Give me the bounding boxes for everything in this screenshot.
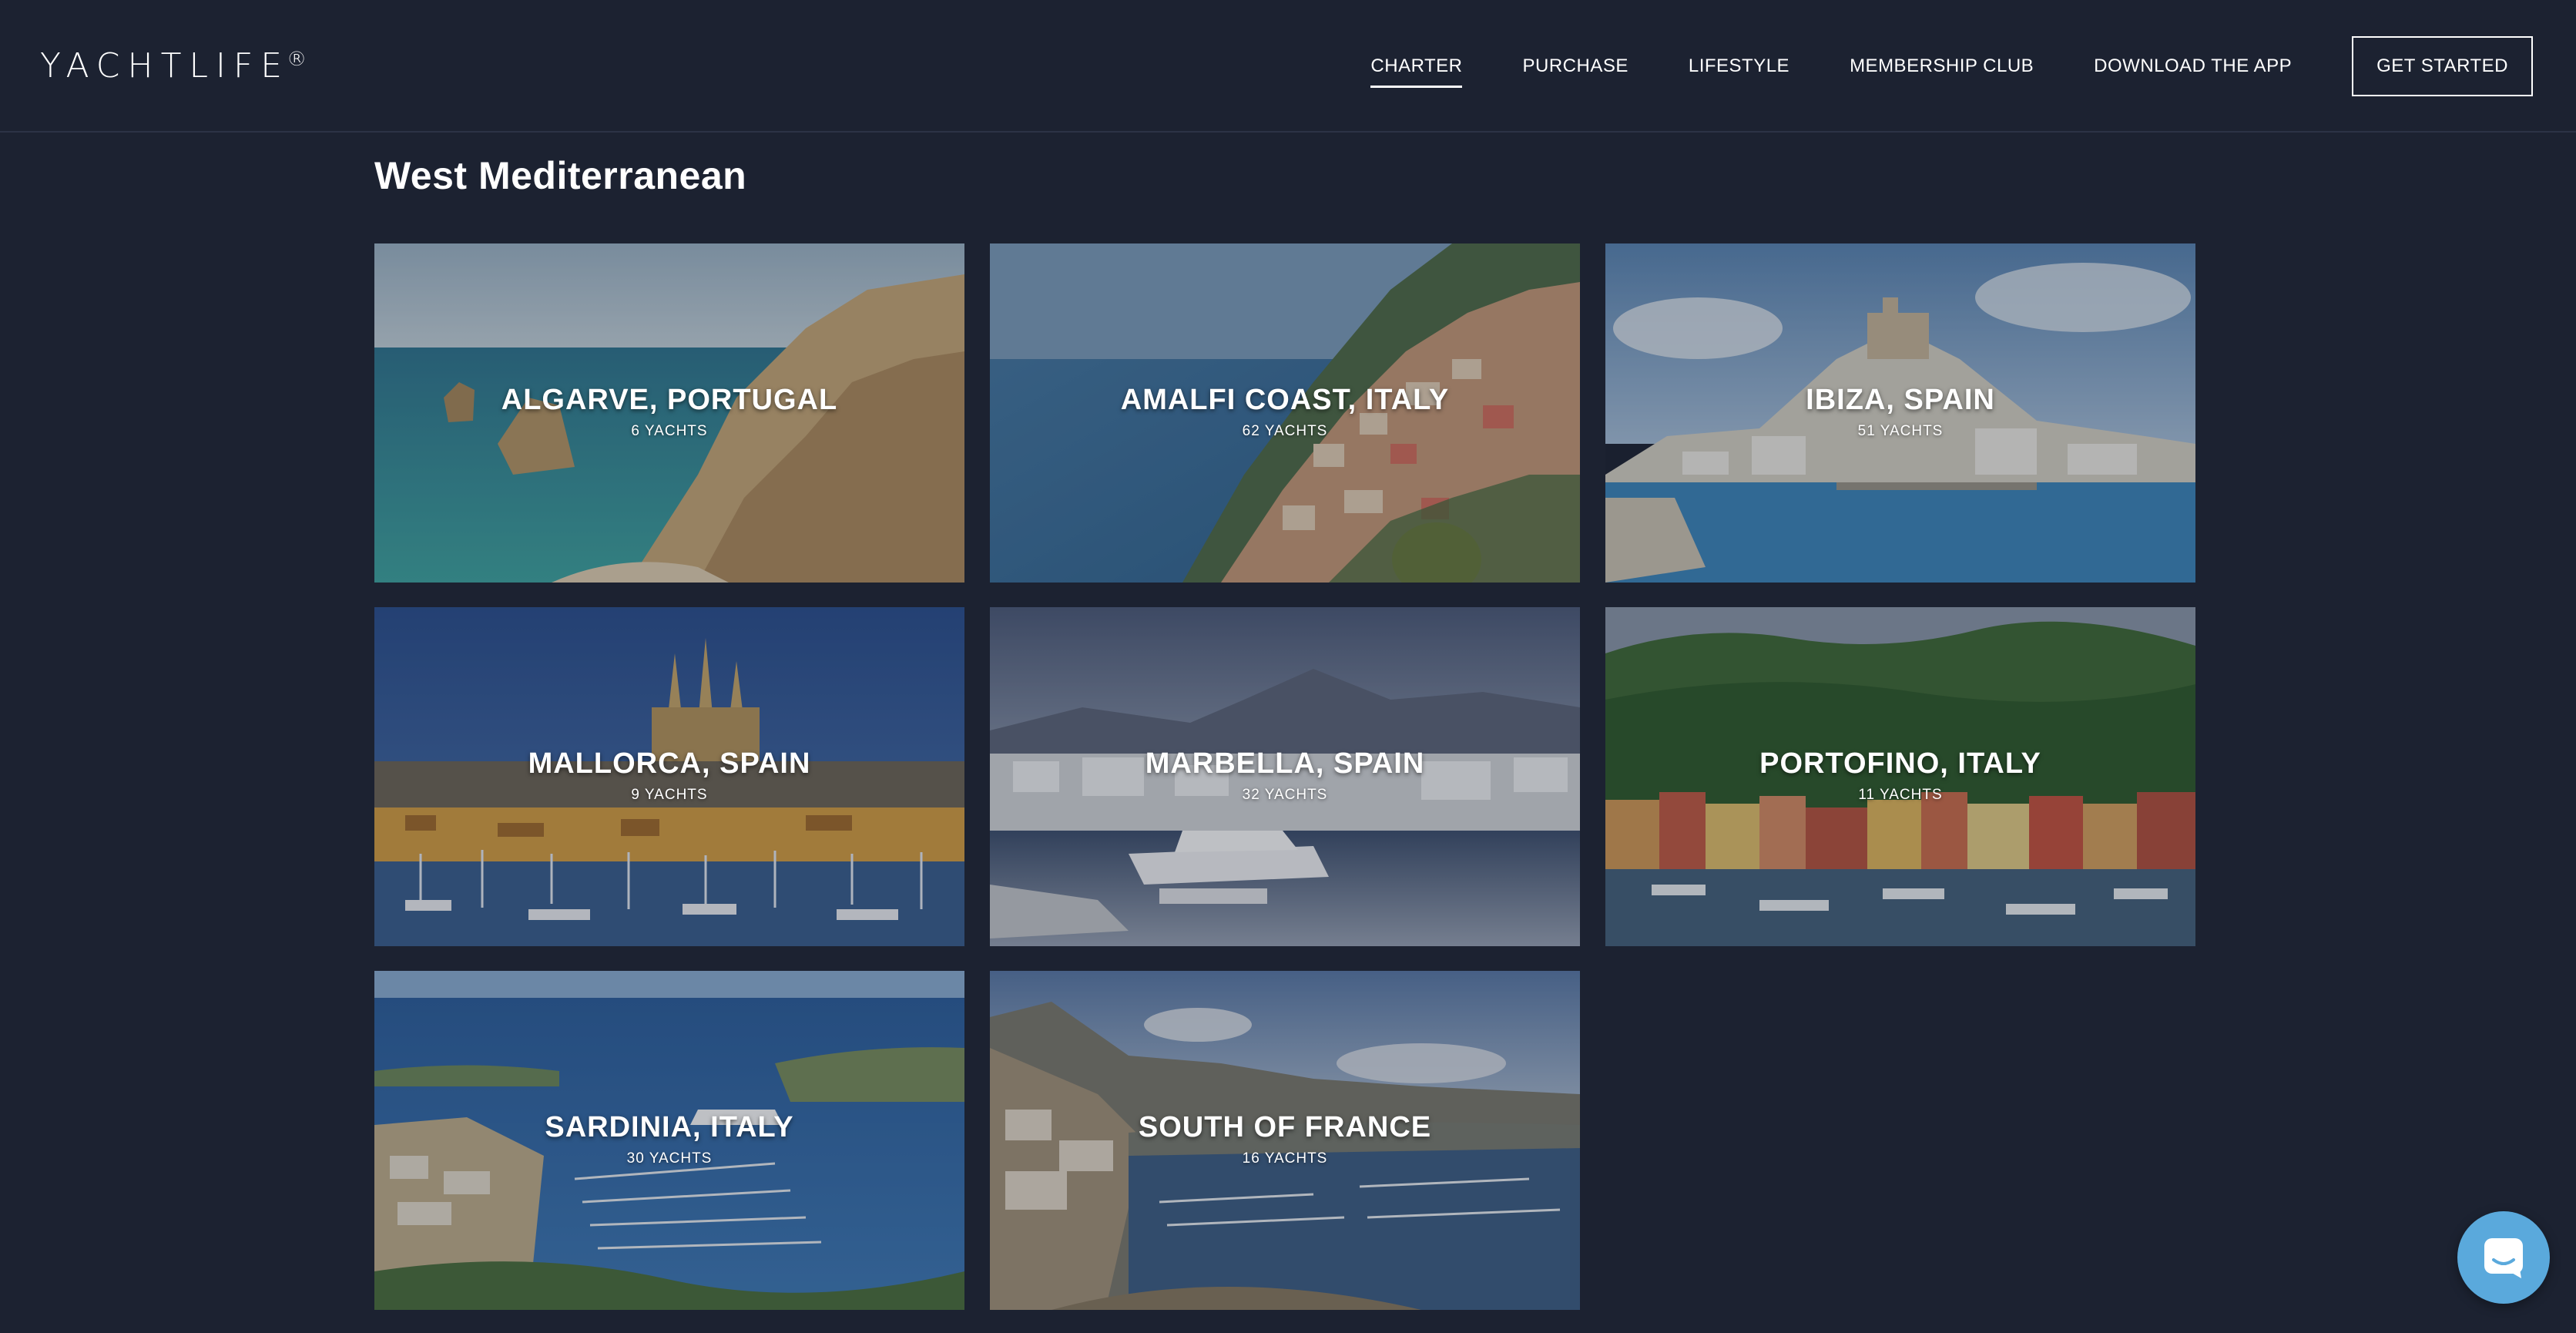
destination-grid: ALGARVE, PORTUGAL 6 YACHTS AMALFI COAST,…: [374, 243, 2195, 1310]
card-label: MALLORCA, SPAIN 9 YACHTS: [374, 746, 964, 804]
chat-icon: [2484, 1238, 2523, 1278]
logo-text: YACHTLIFE: [40, 46, 290, 86]
yacht-count: 11 YACHTS: [1858, 787, 1943, 803]
destination-name: AMALFI COAST, ITALY: [1120, 384, 1450, 416]
main-nav: CHARTER PURCHASE LIFESTYLE MEMBERSHIP CL…: [1370, 0, 2533, 133]
card-label: MARBELLA, SPAIN 32 YACHTS: [990, 746, 1580, 804]
destination-card-south-of-france[interactable]: SOUTH OF FRANCE 16 YACHTS: [990, 971, 1580, 1310]
destination-card-sardinia[interactable]: SARDINIA, ITALY 30 YACHTS: [374, 971, 964, 1310]
destination-name: PORTOFINO, ITALY: [1759, 747, 2041, 780]
yacht-count: 32 YACHTS: [1242, 787, 1328, 803]
destination-card-mallorca[interactable]: MALLORCA, SPAIN 9 YACHTS: [374, 607, 964, 946]
nav-lifestyle[interactable]: LIFESTYLE: [1689, 45, 1789, 88]
card-label: ALGARVE, PORTUGAL 6 YACHTS: [374, 382, 964, 441]
destination-name: MARBELLA, SPAIN: [1145, 747, 1425, 780]
registered-mark: ®: [287, 48, 307, 71]
card-label: SOUTH OF FRANCE 16 YACHTS: [990, 1110, 1580, 1168]
yacht-count: 30 YACHTS: [626, 1150, 713, 1167]
destination-name: IBIZA, SPAIN: [1806, 384, 1995, 416]
yacht-count: 6 YACHTS: [631, 423, 708, 439]
nav-download-the-app[interactable]: DOWNLOAD THE APP: [2094, 45, 2292, 88]
card-label: PORTOFINO, ITALY 11 YACHTS: [1605, 746, 2195, 804]
destination-name: ALGARVE, PORTUGAL: [501, 384, 838, 416]
yacht-count: 51 YACHTS: [1857, 423, 1944, 439]
destination-card-ibiza[interactable]: IBIZA, SPAIN 51 YACHTS: [1605, 243, 2195, 583]
section-title: West Mediterranean: [374, 154, 747, 197]
nav-charter[interactable]: CHARTER: [1370, 45, 1463, 88]
destination-card-portofino[interactable]: PORTOFINO, ITALY 11 YACHTS: [1605, 607, 2195, 946]
destination-card-amalfi[interactable]: AMALFI COAST, ITALY 62 YACHTS: [990, 243, 1580, 583]
destination-name: SARDINIA, ITALY: [545, 1111, 794, 1143]
destination-card-marbella[interactable]: MARBELLA, SPAIN 32 YACHTS: [990, 607, 1580, 946]
yacht-count: 16 YACHTS: [1242, 1150, 1328, 1167]
destination-card-algarve[interactable]: ALGARVE, PORTUGAL 6 YACHTS: [374, 243, 964, 583]
destination-name: MALLORCA, SPAIN: [528, 747, 811, 780]
card-label: AMALFI COAST, ITALY 62 YACHTS: [990, 382, 1580, 441]
nav-purchase[interactable]: PURCHASE: [1522, 45, 1628, 88]
yachtlife-logo[interactable]: YACHTLIFE®: [40, 46, 307, 86]
card-label: SARDINIA, ITALY 30 YACHTS: [374, 1110, 964, 1168]
yacht-count: 9 YACHTS: [631, 787, 708, 803]
destination-name: SOUTH OF FRANCE: [1138, 1111, 1432, 1143]
yacht-count: 62 YACHTS: [1242, 423, 1328, 439]
card-label: IBIZA, SPAIN 51 YACHTS: [1605, 382, 2195, 441]
nav-membership-club[interactable]: MEMBERSHIP CLUB: [1850, 45, 2034, 88]
chat-launcher-button[interactable]: [2457, 1211, 2550, 1304]
get-started-button[interactable]: GET STARTED: [2352, 36, 2533, 96]
site-header: YACHTLIFE® CHARTER PURCHASE LIFESTYLE ME…: [0, 0, 2576, 133]
